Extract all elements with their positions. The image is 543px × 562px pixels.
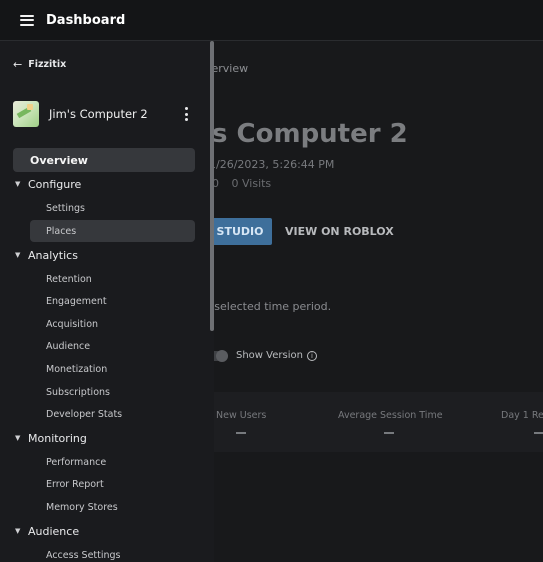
more-options-icon[interactable] bbox=[184, 107, 188, 121]
edit-in-studio-button[interactable]: STUDIO bbox=[208, 218, 272, 245]
chevron-down-icon: ▼ bbox=[15, 434, 21, 442]
experience-stats: 0 0 Visits bbox=[212, 177, 280, 190]
sidebar-item-audience[interactable]: Audience bbox=[30, 335, 90, 357]
metric-new-users-value bbox=[236, 432, 246, 434]
visits-count: 0 Visits bbox=[231, 177, 272, 190]
sidebar-item-places[interactable]: Places bbox=[30, 220, 195, 242]
sidebar-group-label: Audience bbox=[28, 524, 80, 538]
sidebar-item-settings[interactable]: Settings bbox=[30, 197, 85, 219]
experience-date: 1/26/2023, 5:26:44 PM bbox=[209, 158, 335, 171]
sidebar-group-label: Configure bbox=[28, 177, 82, 191]
info-icon[interactable]: i bbox=[306, 350, 317, 361]
experience-header: Jim's Computer 2 bbox=[13, 101, 198, 127]
view-on-roblox-button[interactable]: VIEW ON ROBLOX bbox=[285, 218, 394, 245]
sidebar-group-label: Monitoring bbox=[28, 431, 87, 445]
page-title: s Computer 2 bbox=[212, 119, 408, 149]
metrics-panel: New Users Average Session Time Day 1 Ret bbox=[214, 392, 543, 452]
top-app-bar: Dashboard bbox=[0, 0, 543, 41]
sidebar-item-memory-stores[interactable]: Memory Stores bbox=[30, 496, 118, 518]
metric-day1-retention-value bbox=[534, 432, 543, 434]
show-version-label: Show Version bbox=[236, 350, 303, 361]
experience-thumbnail bbox=[13, 101, 39, 127]
sidebar-item-access-settings[interactable]: Access Settings bbox=[30, 544, 121, 562]
sidebar-scrollbar[interactable] bbox=[210, 41, 214, 331]
metric-avg-session-value bbox=[384, 432, 394, 434]
sidebar-item-overview[interactable]: Overview bbox=[13, 148, 195, 172]
sidebar-item-performance[interactable]: Performance bbox=[30, 451, 106, 473]
show-version-control: Show Version i bbox=[208, 349, 317, 362]
chevron-down-icon: ▼ bbox=[15, 251, 21, 259]
back-link-label: Fizzitix bbox=[28, 59, 67, 70]
metric-avg-session-label: Average Session Time bbox=[338, 410, 443, 421]
app-title: Dashboard bbox=[46, 12, 126, 28]
sidebar-group-monitoring[interactable]: ▼ Monitoring bbox=[13, 428, 87, 448]
sidebar-item-error-report[interactable]: Error Report bbox=[30, 473, 104, 495]
sidebar-item-monetization[interactable]: Monetization bbox=[30, 358, 107, 380]
sidebar-item-developer-stats[interactable]: Developer Stats bbox=[30, 403, 122, 425]
sidebar-group-configure[interactable]: ▼ Configure bbox=[13, 174, 81, 194]
sidebar-item-retention[interactable]: Retention bbox=[30, 268, 92, 290]
sidebar-item-engagement[interactable]: Engagement bbox=[30, 290, 107, 312]
sidebar-group-audience[interactable]: ▼ Audience bbox=[13, 521, 79, 541]
experience-name: Jim's Computer 2 bbox=[49, 107, 148, 121]
sidebar-group-analytics[interactable]: ▼ Analytics bbox=[13, 245, 78, 265]
menu-icon[interactable] bbox=[20, 14, 34, 26]
sidebar-group-label: Analytics bbox=[28, 248, 78, 262]
back-link[interactable]: ← Fizzitix bbox=[13, 58, 66, 71]
chevron-down-icon: ▼ bbox=[15, 180, 21, 188]
metric-new-users-label: New Users bbox=[216, 410, 267, 421]
period-info-text: e selected time period. bbox=[204, 300, 332, 313]
sidebar: ← Fizzitix Jim's Computer 2 Overview ▼ C… bbox=[0, 41, 214, 562]
sidebar-item-acquisition[interactable]: Acquisition bbox=[30, 313, 98, 335]
metric-day1-retention-label: Day 1 Ret bbox=[501, 410, 543, 421]
arrow-left-icon: ← bbox=[13, 58, 23, 71]
sidebar-item-subscriptions[interactable]: Subscriptions bbox=[30, 381, 110, 403]
chevron-down-icon: ▼ bbox=[15, 527, 21, 535]
